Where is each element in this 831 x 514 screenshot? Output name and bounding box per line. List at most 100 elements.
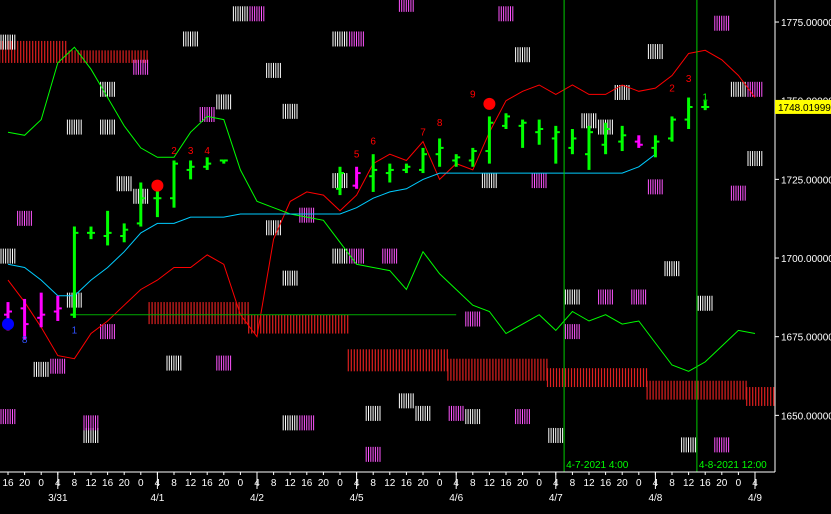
y-tick-label: 1675.00000 (781, 333, 831, 344)
stripe-block (548, 427, 564, 443)
x-hour-label: 0 (437, 478, 443, 489)
stripe-block (515, 409, 530, 425)
price-bar (684, 97, 693, 130)
vertical-line-label: 4-7-2021 4:00 (566, 460, 629, 471)
x-hour-label: 12 (85, 478, 97, 489)
x-date-label: 4/9 (748, 493, 762, 504)
y-tick-label: 1775.00000 (781, 18, 831, 29)
stripe-block (282, 415, 298, 431)
price-chart: 4-7-2021 4:00 4-8-2021 12:00 182 3 4 5678923… (0, 0, 831, 504)
x-hour-label: 8 (669, 478, 675, 489)
x-hour-label: 8 (470, 478, 476, 489)
price-bar (203, 157, 212, 170)
count-label: 1 (702, 93, 708, 104)
stripe-block (498, 6, 514, 22)
stripe-block (647, 179, 663, 195)
x-hour-label: 12 (683, 478, 695, 489)
price-bar (120, 223, 129, 243)
price-bar (20, 298, 29, 340)
x-hour-label: 20 (218, 478, 230, 489)
x-hour-label: 0 (238, 478, 244, 489)
x-hour-label: 0 (536, 478, 542, 489)
x-hour-label: 0 (38, 478, 44, 489)
time-axis: 1620048121620048121620048121620048121620… (0, 471, 775, 504)
stripe-block (398, 0, 414, 12)
x-hour-label: 8 (370, 478, 376, 489)
x-hour-label: 8 (72, 478, 78, 489)
x-date-label: 4/8 (648, 493, 662, 504)
x-hour-label: 16 (202, 478, 214, 489)
stripe-block (465, 311, 481, 327)
price-bar (651, 135, 660, 158)
y-tick-label: 1650.00000 (781, 411, 831, 422)
x-hour-label: 20 (318, 478, 330, 489)
price-bar (419, 147, 427, 174)
signal-dot (151, 179, 164, 192)
stripe-block (564, 324, 580, 340)
stripe-block (166, 355, 182, 371)
stripe-block (266, 62, 281, 78)
stripe-block (232, 6, 248, 22)
count-label: 8 (437, 118, 443, 129)
stripe-block (730, 185, 746, 201)
price-axis: 1775.000001750.000001725.000001700.00000… (774, 0, 831, 472)
x-hour-label: 20 (617, 478, 629, 489)
y-tick-label: 1700.00000 (781, 254, 831, 265)
count-label: 3 (686, 74, 692, 85)
x-hour-label: 16 (600, 478, 612, 489)
indicator-lines (7, 46, 756, 372)
x-hour-label: 16 (301, 478, 313, 489)
stripe-block (349, 248, 364, 264)
stripe-block (697, 295, 713, 311)
count-label: 9 (470, 90, 476, 101)
stripe-block (481, 173, 497, 189)
price-bar (369, 154, 378, 192)
price-bar (103, 210, 112, 246)
x-hour-label: 16 (2, 478, 14, 489)
x-hour-label: 12 (583, 478, 595, 489)
stripe-block (17, 210, 32, 226)
price-bar (435, 138, 444, 167)
price-bar (37, 292, 46, 328)
price-bar (186, 160, 195, 180)
indicator-line (7, 153, 656, 297)
stripe-block (0, 409, 16, 425)
price-bar (170, 160, 178, 208)
price-bar (402, 163, 411, 174)
count-label: 2 (669, 83, 675, 94)
x-hour-label: 8 (570, 478, 576, 489)
price-bar (585, 125, 593, 170)
x-hour-label: 16 (102, 478, 114, 489)
kumo-cloud (0, 40, 781, 406)
x-hour-label: 12 (185, 478, 197, 489)
stripe-block (631, 289, 647, 305)
stripe-block (515, 47, 530, 63)
stripe-block (564, 289, 580, 305)
count-label: 5 (354, 149, 360, 160)
stripe-block (365, 446, 381, 462)
x-date-label: 4/1 (150, 493, 164, 504)
vertical-markers: 4-7-2021 4:00 4-8-2021 12:00 (563, 0, 767, 472)
stripe-block (349, 31, 364, 47)
stripe-block (66, 119, 82, 135)
x-date-label: 3/31 (48, 493, 68, 504)
signal-dot (2, 318, 14, 331)
cloud-band (546, 368, 648, 388)
y-tick-label: 1725.00000 (781, 175, 831, 186)
stripe-block (382, 248, 398, 264)
stripe-block (598, 289, 613, 305)
stripe-block (50, 358, 66, 374)
x-hour-label: 0 (138, 478, 144, 489)
cloud-band (248, 314, 349, 334)
price-bar (153, 188, 162, 218)
stripe-block (647, 44, 663, 60)
x-hour-label: 0 (337, 478, 343, 489)
cloud-band (347, 349, 448, 372)
stripe-block (415, 405, 431, 421)
price-bar (53, 295, 62, 321)
stripe-block (465, 409, 481, 425)
stripe-block (116, 176, 132, 192)
stripe-block (531, 173, 547, 189)
price-bar (568, 129, 577, 155)
price-bar (618, 125, 627, 152)
